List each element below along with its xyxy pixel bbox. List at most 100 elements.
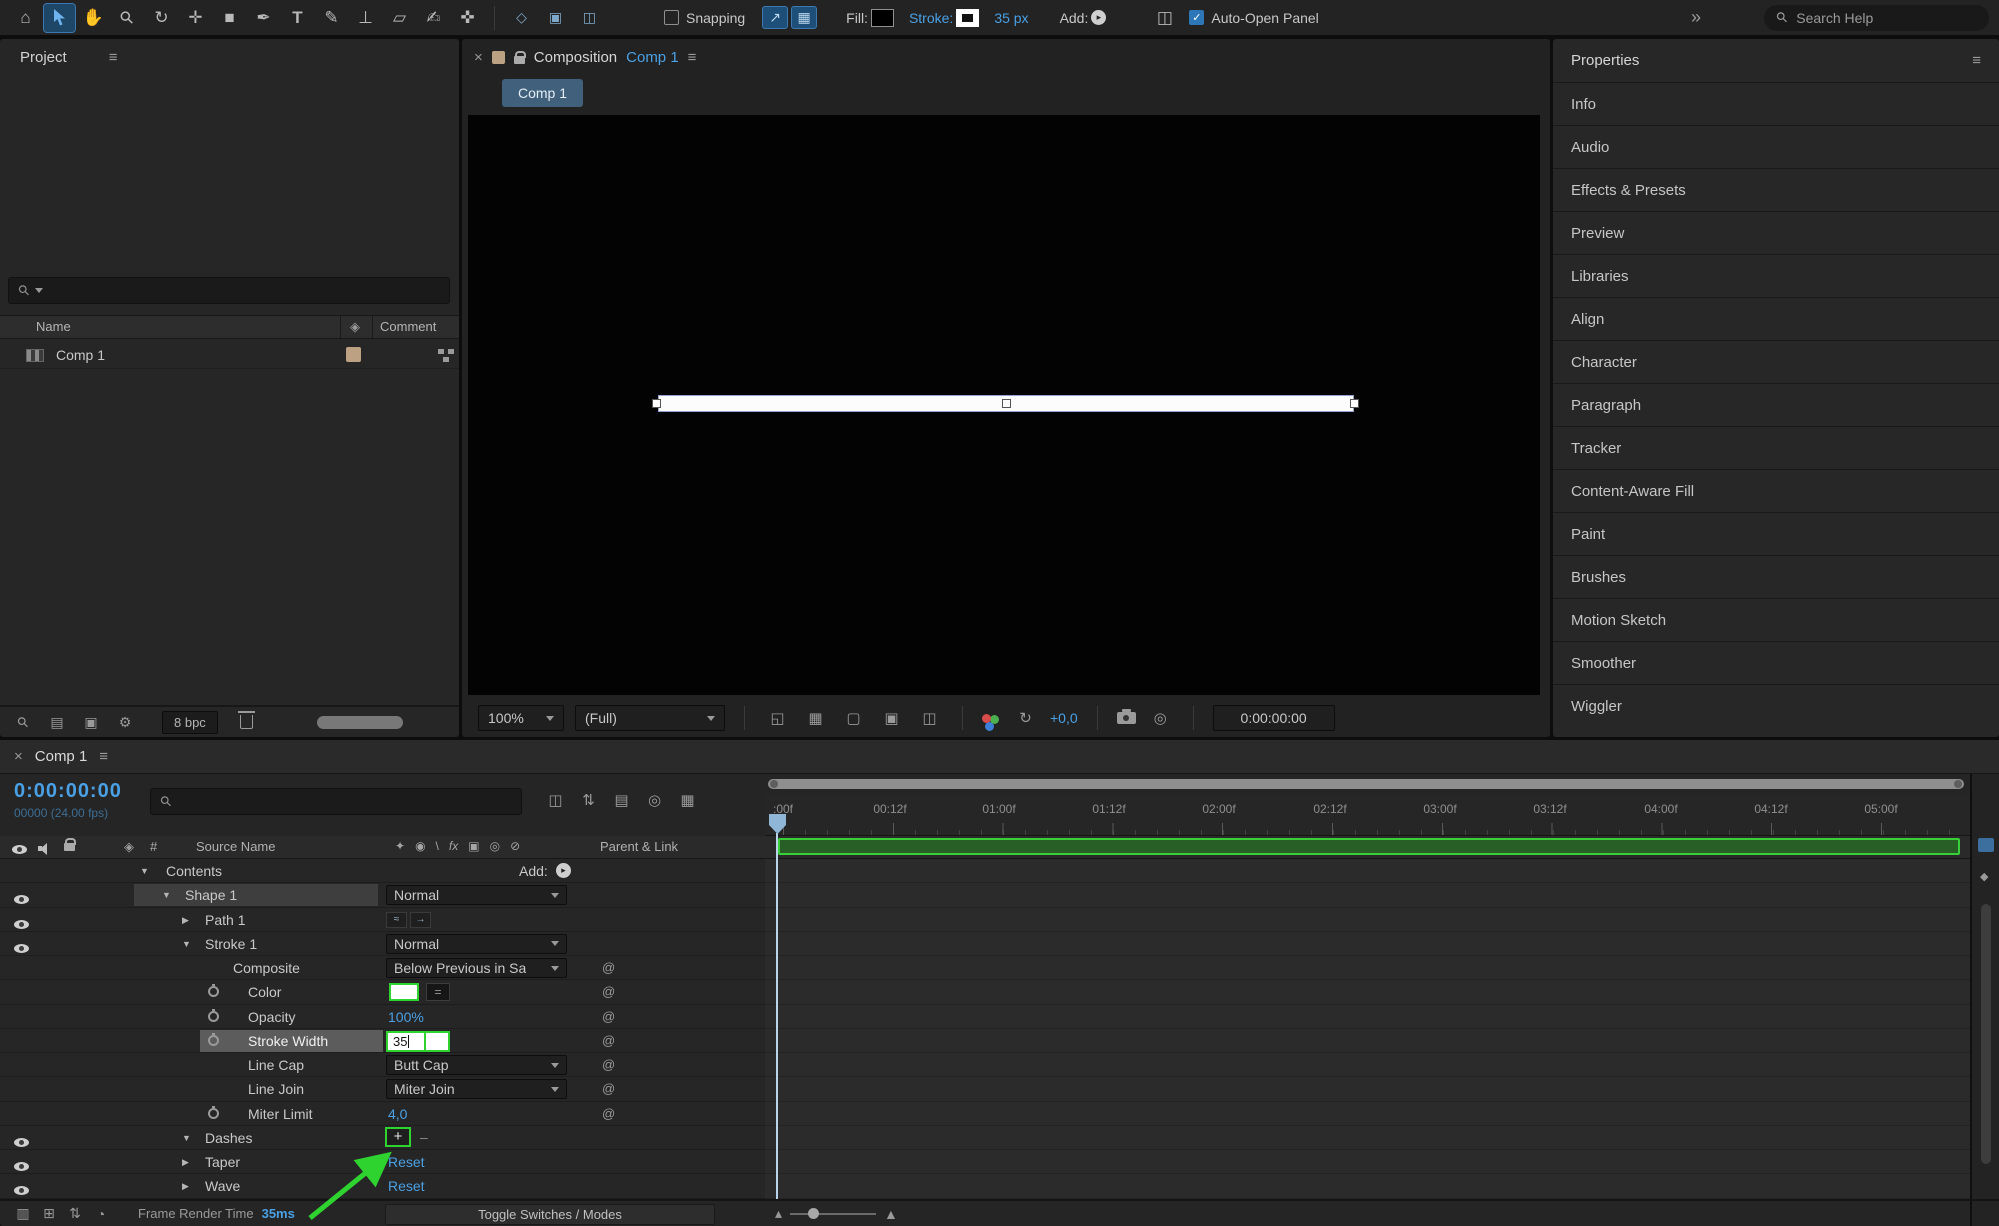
row-dashes[interactable]: ▼ Dashes + ‒: [0, 1125, 1970, 1151]
snapping-checkbox[interactable]: [664, 10, 679, 25]
panel-tab-audio[interactable]: Audio: [1553, 125, 1999, 168]
draft-3d-icon[interactable]: ⇅: [575, 788, 602, 812]
path-mask-icon[interactable]: →: [410, 911, 431, 928]
panel-tab-paint[interactable]: Paint: [1553, 512, 1999, 555]
twirl-icon[interactable]: ▶: [182, 1181, 189, 1192]
row-taper[interactable]: ▶ Taper Reset: [0, 1150, 1970, 1175]
threed-switch-icon[interactable]: ⊘: [510, 839, 520, 853]
selection-handle-right[interactable]: [1350, 399, 1359, 408]
close-icon[interactable]: ×: [474, 49, 483, 66]
panel-tab-libraries[interactable]: Libraries: [1553, 254, 1999, 297]
stopwatch-icon[interactable]: [208, 1008, 219, 1022]
magnification-dropdown[interactable]: 100%: [478, 705, 564, 731]
timeline-panel-menu-icon[interactable]: ≡: [99, 748, 108, 765]
lock-icon[interactable]: [513, 50, 526, 64]
pick-whip-icon[interactable]: @: [602, 960, 615, 975]
panel-tab-effects-presets[interactable]: Effects & Presets: [1553, 168, 1999, 211]
snapping-toggle[interactable]: Snapping: [664, 10, 745, 26]
show-snapshot-icon[interactable]: ◎: [1147, 706, 1174, 730]
time-ruler[interactable]: :00f 00:12f 01:00f 01:12f 02:00f 02:12f …: [765, 794, 1970, 836]
twirl-icon[interactable]: ▶: [182, 1157, 189, 1168]
project-panel-menu-icon[interactable]: ≡: [109, 49, 118, 66]
pick-whip-icon[interactable]: @: [602, 1106, 615, 1121]
comment-column-header[interactable]: Comment: [380, 319, 436, 334]
motion-blur-switch-icon[interactable]: ◎: [490, 839, 500, 853]
row-miter-limit[interactable]: Miter Limit 4,0 @: [0, 1101, 1970, 1126]
row-contents[interactable]: ▼ Contents Add: ▸: [0, 859, 1970, 884]
contents-add-button[interactable]: ▸: [556, 863, 571, 878]
panel-tab-info[interactable]: Info: [1553, 82, 1999, 125]
delete-trash-icon[interactable]: [237, 711, 255, 729]
comp1-viewer-tab[interactable]: Comp 1: [502, 79, 584, 107]
snap-grid-option-button[interactable]: ▦: [791, 6, 818, 29]
exposure-value[interactable]: +0,0: [1050, 710, 1078, 726]
panel-tab-smoother[interactable]: Smoother: [1553, 641, 1999, 684]
eraser-tool[interactable]: ▱: [384, 4, 415, 32]
viewport-timecode[interactable]: 0:00:00:00: [1212, 705, 1335, 731]
current-time-indicator-line[interactable]: [776, 833, 778, 1199]
row-line-cap[interactable]: Line Cap Butt Cap @: [0, 1053, 1970, 1078]
panel-tab-paragraph[interactable]: Paragraph: [1553, 383, 1999, 426]
search-help-field[interactable]: ⚲ Search Help: [1764, 4, 1989, 31]
view-layout-icon[interactable]: ◫: [916, 706, 943, 730]
channel-colors-icon[interactable]: [982, 713, 991, 723]
comp-button-icon[interactable]: [1978, 838, 1994, 852]
miter-limit-value[interactable]: 4,0: [388, 1106, 407, 1122]
project-scrollbar-thumb[interactable]: [316, 715, 403, 729]
name-column-header[interactable]: Name: [36, 319, 71, 334]
shy-switch-icon[interactable]: ✦: [395, 839, 405, 853]
snap-edge-option-button[interactable]: ↗: [762, 6, 789, 29]
transparency-grid-icon[interactable]: ▦: [802, 706, 829, 730]
opacity-value[interactable]: 100%: [388, 1009, 424, 1025]
toolbar-overflow-chevrons[interactable]: »: [1691, 7, 1701, 28]
current-time-display[interactable]: 0:00:00:00: [14, 780, 122, 803]
auto-open-panel-toggle[interactable]: ✓ Auto-Open Panel: [1189, 10, 1319, 26]
stroke1-blend-mode-dropdown[interactable]: Normal: [386, 933, 567, 954]
layer-number-column-header[interactable]: #: [150, 839, 157, 854]
visibility-eye-icon[interactable]: [14, 1134, 29, 1150]
shape-tool[interactable]: ■: [214, 4, 245, 32]
workspace-panel-icon[interactable]: ◫: [1149, 4, 1180, 32]
hide-shy-layers-icon[interactable]: ▤: [608, 788, 635, 812]
flowchart-icon[interactable]: [438, 349, 454, 362]
puppet-pin-tool[interactable]: ✜: [452, 4, 483, 32]
pick-whip-icon[interactable]: @: [602, 1009, 615, 1024]
visibility-eye-icon[interactable]: [14, 891, 29, 907]
stopwatch-icon[interactable]: [208, 984, 219, 998]
project-item-comp1[interactable]: Comp 1: [0, 342, 459, 369]
parent-link-column-header[interactable]: Parent & Link: [600, 839, 678, 854]
twirl-icon[interactable]: ▼: [140, 866, 149, 876]
pick-whip-icon[interactable]: @: [602, 1057, 615, 1072]
home-icon[interactable]: ⌂: [10, 4, 41, 32]
toggle-switches-pane-icon[interactable]: ▥: [10, 1203, 36, 1225]
find-icon[interactable]: ⚲: [10, 711, 36, 733]
timeline-tab-comp1[interactable]: Comp 1: [35, 748, 88, 765]
snapshot-camera-icon[interactable]: [1116, 709, 1136, 724]
panel-tab-preview[interactable]: Preview: [1553, 211, 1999, 254]
brush-tool[interactable]: ✎: [316, 4, 347, 32]
world-axis-mode-button[interactable]: ▣: [540, 4, 571, 32]
graph-editor-icon[interactable]: ▦: [674, 788, 701, 812]
stopwatch-icon[interactable]: [208, 1032, 219, 1046]
row-path1[interactable]: ▶ Path 1 ≈ →: [0, 907, 1970, 932]
twirl-icon[interactable]: ▼: [182, 1133, 191, 1143]
label-column-icon[interactable]: ◈: [124, 839, 134, 855]
row-stroke1[interactable]: ▼ Stroke 1 Normal: [0, 931, 1970, 957]
visibility-eye-icon[interactable]: [14, 940, 29, 956]
resolution-dropdown[interactable]: (Full): [575, 705, 725, 731]
timeline-navigator-bar[interactable]: [768, 779, 1964, 789]
pick-whip-icon[interactable]: @: [602, 984, 615, 999]
composition-tab-comp-name[interactable]: Comp 1: [626, 49, 679, 66]
row-shape1[interactable]: ▼ Shape 1 Normal: [0, 883, 1970, 908]
stroke-width-value[interactable]: 35 px: [994, 10, 1028, 26]
twirl-icon[interactable]: ▶: [182, 915, 189, 926]
panel-tab-content-aware-fill[interactable]: Content-Aware Fill: [1553, 469, 1999, 512]
pen-tool[interactable]: ✒: [248, 4, 279, 32]
toggle-switches-modes-button[interactable]: Toggle Switches / Modes: [385, 1204, 715, 1225]
lock-column-icon[interactable]: [64, 838, 76, 854]
zoom-out-icon[interactable]: ▴: [775, 1205, 782, 1222]
composition-viewport[interactable]: [468, 115, 1540, 695]
zoom-in-icon[interactable]: ▲: [884, 1206, 898, 1222]
roto-brush-tool[interactable]: ✍: [418, 4, 449, 32]
stroke-label[interactable]: Stroke:: [909, 10, 953, 26]
